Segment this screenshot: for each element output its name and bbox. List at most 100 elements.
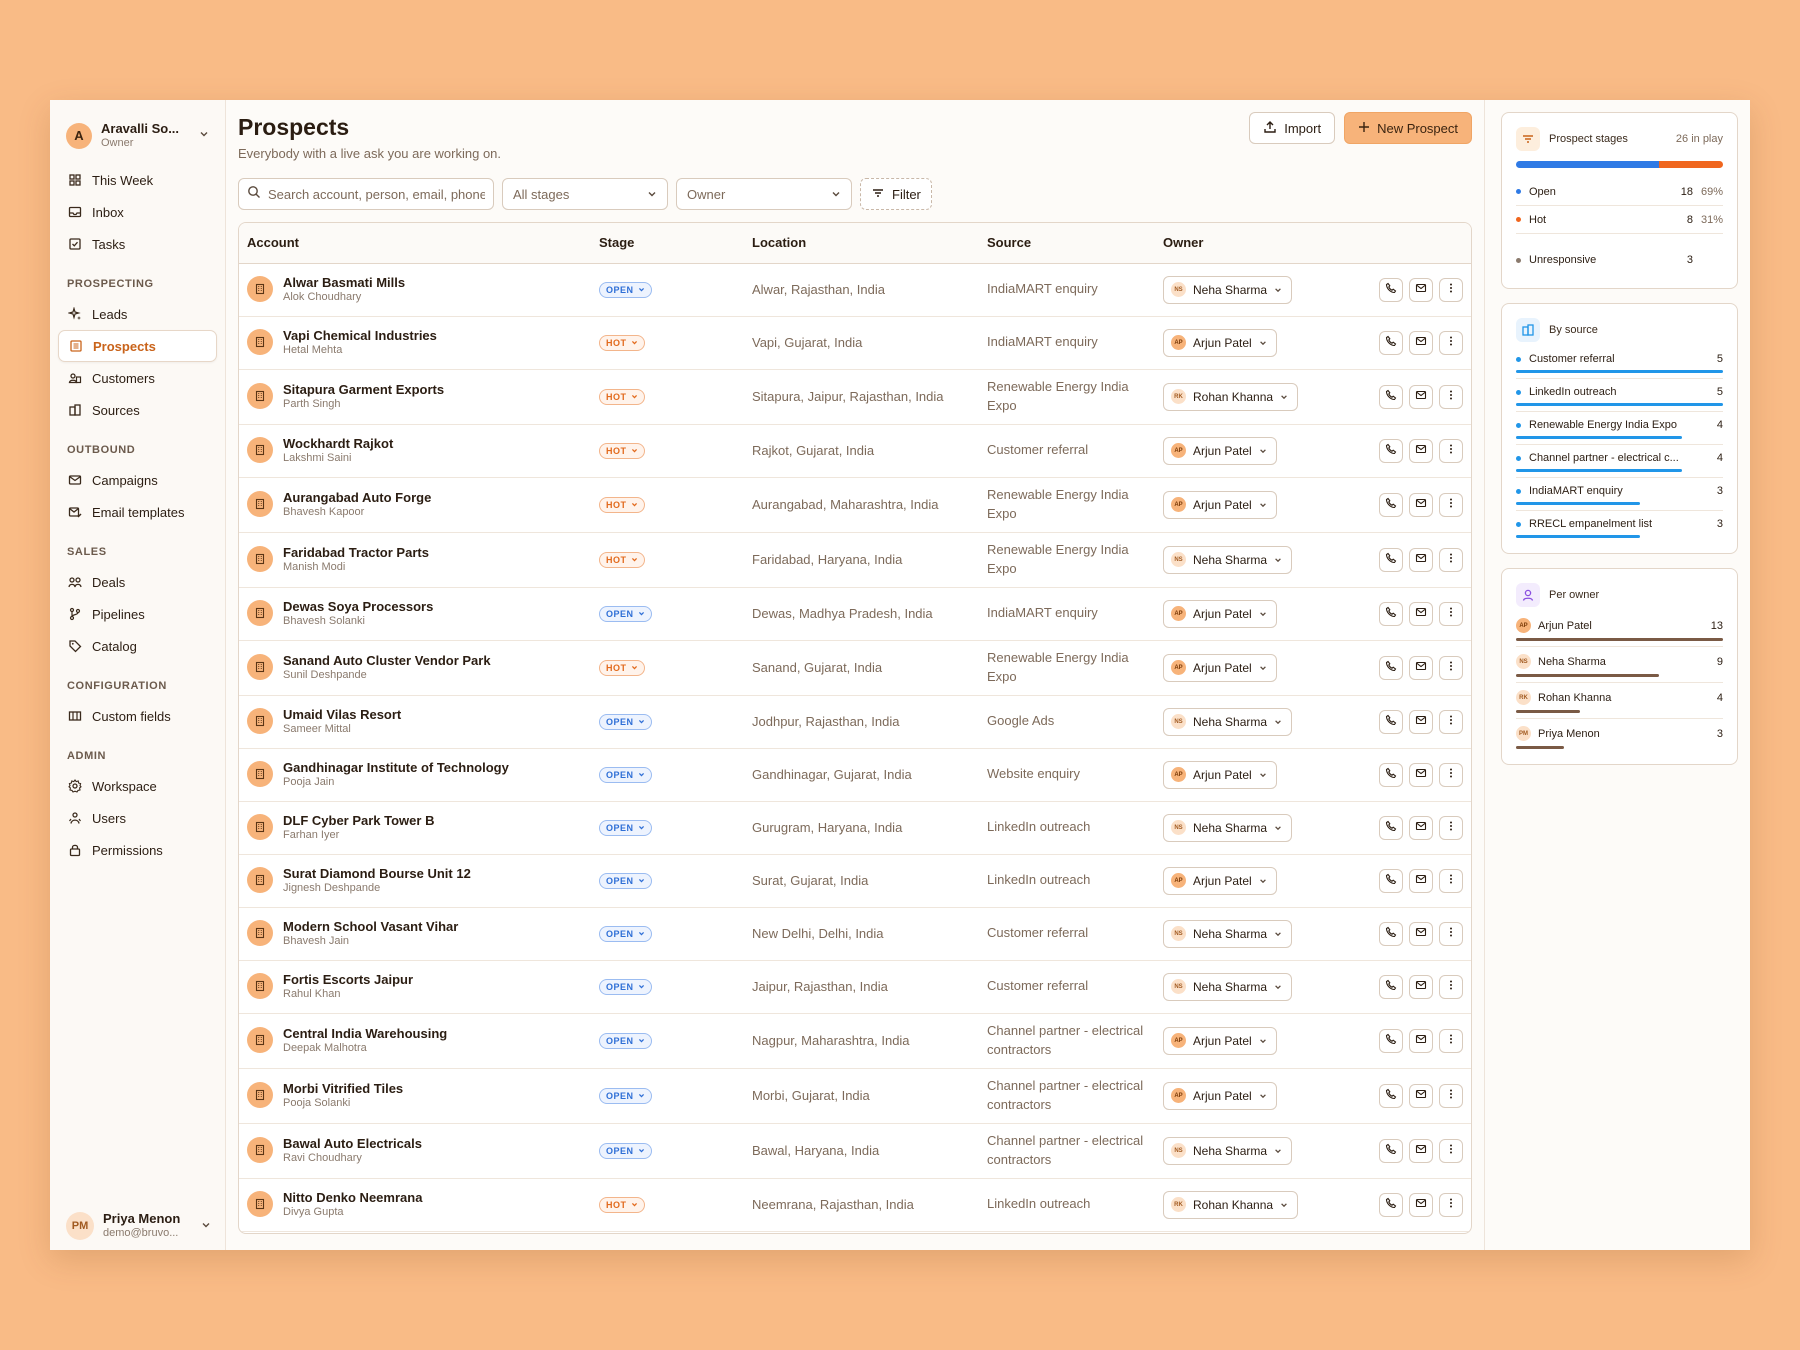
source-row[interactable]: LinkedIn outreach 5 <box>1516 379 1723 412</box>
owner-select[interactable]: NS Neha Sharma <box>1163 275 1293 304</box>
call-button[interactable] <box>1379 547 1403 572</box>
search-box[interactable] <box>238 178 494 210</box>
stage-row[interactable]: Open 18 69% <box>1516 178 1723 206</box>
sidebar-item-deals[interactable]: Deals <box>58 566 217 598</box>
owner-row[interactable]: NS Neha Sharma 9 <box>1516 647 1723 683</box>
email-button[interactable] <box>1409 815 1433 840</box>
sidebar-item-sources[interactable]: Sources <box>58 394 217 426</box>
call-button[interactable] <box>1379 868 1403 893</box>
table-row[interactable]: Gandhinagar Institute of Technology Pooja… <box>239 748 1471 802</box>
owner-select[interactable]: NS Neha Sharma <box>1163 813 1293 842</box>
sidebar-item-workspace[interactable]: Workspace <box>58 770 217 802</box>
account-name[interactable]: Faridabad Tractor Parts <box>283 545 429 561</box>
table-row[interactable]: Fortis Escorts Jaipur Rahul Khan OPEN Jaipu… <box>239 960 1471 1014</box>
search-input[interactable] <box>268 186 485 202</box>
account-name[interactable]: Bawal Auto Electricals <box>283 1136 422 1152</box>
sidebar-item-customers[interactable]: Customers <box>58 362 217 394</box>
email-button[interactable] <box>1409 492 1433 517</box>
email-button[interactable] <box>1409 277 1433 302</box>
sidebar-item-users[interactable]: Users <box>58 802 217 834</box>
call-button[interactable] <box>1379 1192 1403 1217</box>
owner-select[interactable]: AP Arjun Patel <box>1163 436 1277 465</box>
email-button[interactable] <box>1409 974 1433 999</box>
account-name[interactable]: Umaid Vilas Resort <box>283 707 401 723</box>
stage-badge[interactable]: OPEN <box>599 926 652 942</box>
stage-badge[interactable]: OPEN <box>599 1143 652 1159</box>
owner-select[interactable]: NS Neha Sharma <box>1163 1136 1293 1165</box>
call-button[interactable] <box>1379 601 1403 626</box>
column-header-location[interactable]: Location <box>744 223 979 264</box>
call-button[interactable] <box>1379 277 1403 302</box>
sidebar-item-tasks[interactable]: Tasks <box>58 228 217 260</box>
more-button[interactable] <box>1439 1138 1463 1163</box>
account-name[interactable]: Central India Warehousing <box>283 1026 447 1042</box>
stage-badge[interactable]: HOT <box>599 497 645 513</box>
account-name[interactable]: Modern School Vasant Vihar <box>283 919 458 935</box>
more-button[interactable] <box>1439 384 1463 409</box>
call-button[interactable] <box>1379 330 1403 355</box>
stage-badge[interactable]: HOT <box>599 660 645 676</box>
table-row[interactable]: Morbi Vitrified Tiles Pooja Solanki OPEN Mo… <box>239 1068 1471 1124</box>
table-row[interactable]: Faridabad Tractor Parts Manish Modi HOT Far… <box>239 532 1471 588</box>
account-name[interactable]: Surat Diamond Bourse Unit 12 <box>283 866 471 882</box>
email-button[interactable] <box>1409 1083 1433 1108</box>
call-button[interactable] <box>1379 815 1403 840</box>
table-row[interactable]: Wockhardt Rajkot Lakshmi Saini HOT Rajkot, … <box>239 424 1471 478</box>
owner-select[interactable]: NS Neha Sharma <box>1163 972 1293 1001</box>
account-name[interactable]: Vapi Chemical Industries <box>283 328 437 344</box>
new-prospect-button[interactable]: New Prospect <box>1344 112 1472 144</box>
sidebar-item-campaigns[interactable]: Campaigns <box>58 464 217 496</box>
account-name[interactable]: Sanand Auto Cluster Vendor Park <box>283 653 491 669</box>
more-button[interactable] <box>1439 709 1463 734</box>
source-row[interactable]: Renewable Energy India Expo 4 <box>1516 412 1723 445</box>
table-row[interactable]: DLF Cyber Park Tower B Farhan Iyer OPEN Gur… <box>239 801 1471 855</box>
account-name[interactable]: Sitapura Garment Exports <box>283 382 444 398</box>
owner-select[interactable]: NS Neha Sharma <box>1163 545 1293 574</box>
more-button[interactable] <box>1439 921 1463 946</box>
sidebar-item-permissions[interactable]: Permissions <box>58 834 217 866</box>
email-button[interactable] <box>1409 601 1433 626</box>
email-button[interactable] <box>1409 330 1433 355</box>
table-row[interactable]: Central India Warehousing Deepak Malhotra… <box>239 1013 1471 1069</box>
stage-badge[interactable]: OPEN <box>599 767 652 783</box>
table-row[interactable]: Modern School Vasant Vihar Bhavesh Jain OP… <box>239 907 1471 961</box>
import-button[interactable]: Import <box>1249 112 1336 144</box>
stage-badge[interactable]: OPEN <box>599 1088 652 1104</box>
account-name[interactable]: Wockhardt Rajkot <box>283 436 393 452</box>
call-button[interactable] <box>1379 1028 1403 1053</box>
stage-badge[interactable]: HOT <box>599 443 645 459</box>
more-button[interactable] <box>1439 277 1463 302</box>
email-button[interactable] <box>1409 1192 1433 1217</box>
stage-badge[interactable]: OPEN <box>599 979 652 995</box>
owner-select[interactable]: AP Arjun Patel <box>1163 1026 1277 1055</box>
owner-select[interactable]: AP Arjun Patel <box>1163 760 1277 789</box>
more-button[interactable] <box>1439 1083 1463 1108</box>
source-row[interactable]: IndiaMART enquiry 3 <box>1516 478 1723 511</box>
stage-badge[interactable]: OPEN <box>599 606 652 622</box>
sidebar-item-custom-fields[interactable]: Custom fields <box>58 700 217 732</box>
call-button[interactable] <box>1379 384 1403 409</box>
column-header-stage[interactable]: Stage <box>591 223 744 264</box>
sidebar-item-prospects[interactable]: Prospects <box>58 330 217 362</box>
stage-badge[interactable]: HOT <box>599 335 645 351</box>
call-button[interactable] <box>1379 762 1403 787</box>
column-header-owner[interactable]: Owner <box>1155 223 1351 264</box>
table-row[interactable]: Alwar Basmati Mills Alok Choudhary OPEN Alw… <box>239 263 1471 317</box>
sidebar-item-inbox[interactable]: Inbox <box>58 196 217 228</box>
stage-badge[interactable]: HOT <box>599 1197 645 1213</box>
more-button[interactable] <box>1439 868 1463 893</box>
owner-select[interactable]: Owner <box>676 178 852 210</box>
call-button[interactable] <box>1379 1083 1403 1108</box>
more-button[interactable] <box>1439 601 1463 626</box>
more-button[interactable] <box>1439 1192 1463 1217</box>
stage-row[interactable]: Unresponsive 3 <box>1516 234 1723 278</box>
stage-badge[interactable]: OPEN <box>599 714 652 730</box>
more-button[interactable] <box>1439 1028 1463 1053</box>
call-button[interactable] <box>1379 1138 1403 1163</box>
email-button[interactable] <box>1409 547 1433 572</box>
stage-select[interactable]: All stages <box>502 178 668 210</box>
email-button[interactable] <box>1409 921 1433 946</box>
filter-button[interactable]: Filter <box>860 178 932 210</box>
more-button[interactable] <box>1439 492 1463 517</box>
table-row[interactable]: Dewas Soya Processors Bhavesh Solanki OPEN… <box>239 587 1471 641</box>
